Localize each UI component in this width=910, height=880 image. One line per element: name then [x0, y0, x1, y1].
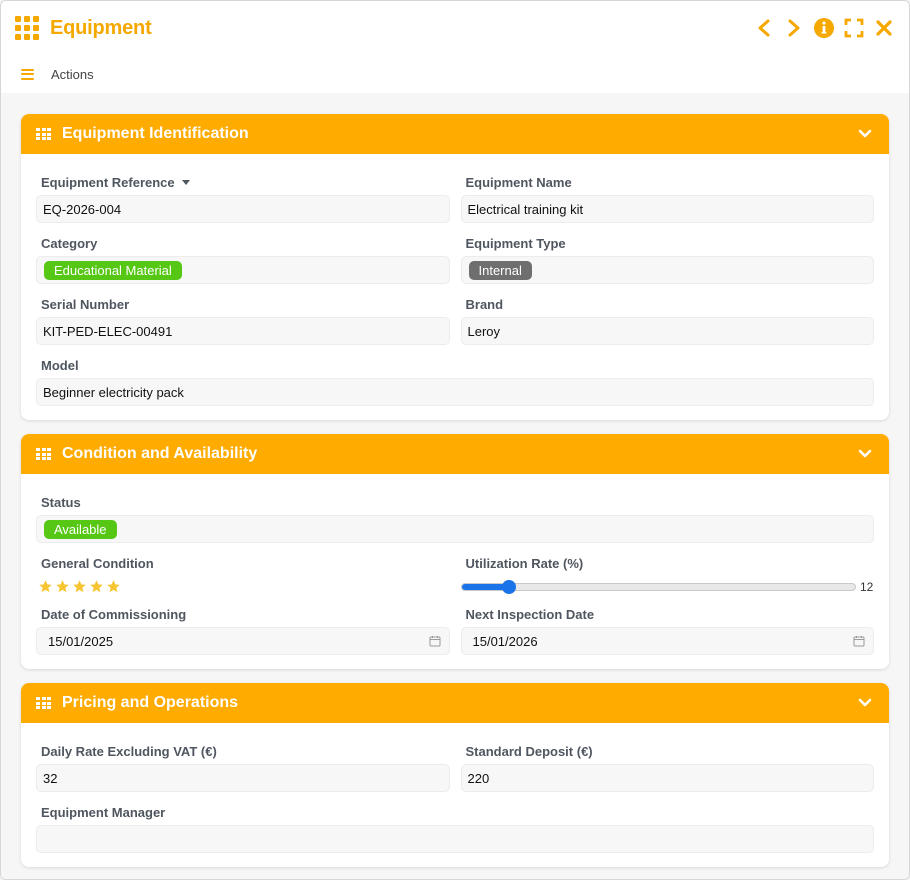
status-label: Status — [41, 494, 81, 510]
grid-app-icon — [15, 16, 39, 40]
calendar-icon[interactable] — [429, 635, 441, 647]
general-condition-label: General Condition — [41, 555, 154, 571]
pricing-panel-header[interactable]: Pricing and Operations — [21, 683, 889, 723]
chevron-down-icon[interactable] — [856, 125, 874, 143]
model-label: Model — [41, 357, 79, 373]
identification-panel-body: Equipment Reference EQ-2026-004 Equipmen… — [21, 154, 889, 420]
fullscreen-button[interactable] — [843, 17, 865, 39]
info-button[interactable] — [813, 17, 835, 39]
type-label: Equipment Type — [465, 235, 566, 251]
identification-panel: Equipment Identification Equipment Refer… — [21, 114, 889, 420]
table-icon — [36, 128, 51, 140]
serial-label: Serial Number — [41, 296, 130, 312]
model-field[interactable]: Beginner electricity pack — [36, 378, 874, 406]
star-icon[interactable] — [106, 579, 121, 594]
utilization-label: Utilization Rate (%) — [465, 555, 584, 571]
rating-stars[interactable] — [38, 576, 450, 596]
next-inspection-date-field[interactable]: 15/01/2026 — [460, 627, 874, 655]
brand-label: Brand — [465, 296, 504, 312]
chevron-left-icon — [758, 19, 770, 37]
slider-track[interactable] — [460, 580, 856, 594]
type-field[interactable]: Internal — [460, 256, 874, 284]
commissioning-date-value: 15/01/2025 — [48, 633, 114, 649]
title-bar: Equipment — [1, 1, 909, 55]
utilization-slider[interactable]: 12 — [460, 576, 875, 598]
pricing-panel-body: Daily Rate Excluding VAT (€) 32 Standard… — [21, 723, 889, 867]
serial-field[interactable]: KIT-PED-ELEC-00491 — [36, 317, 450, 345]
star-icon[interactable] — [89, 579, 104, 594]
reference-field[interactable]: EQ-2026-004 — [36, 195, 450, 223]
status-tag: Available — [44, 519, 117, 539]
condition-panel: Condition and Availability Status Availa… — [21, 434, 889, 669]
deposit-label: Standard Deposit (€) — [465, 743, 593, 759]
condition-panel-header[interactable]: Condition and Availability — [21, 434, 889, 474]
star-icon[interactable] — [72, 579, 87, 594]
previous-record-button[interactable] — [753, 17, 775, 39]
status-field[interactable]: Available — [36, 515, 874, 543]
caret-down-icon[interactable] — [181, 179, 190, 185]
close-icon — [876, 20, 892, 36]
slider-handle[interactable] — [501, 580, 516, 594]
actions-menu-label[interactable]: Actions — [51, 67, 94, 82]
commissioning-label: Date of Commissioning — [41, 606, 187, 622]
utilization-value: 12 — [860, 580, 874, 594]
star-icon[interactable] — [55, 579, 70, 594]
daily-rate-field[interactable]: 32 — [36, 764, 450, 792]
form-content: Equipment Identification Equipment Refer… — [1, 93, 909, 879]
info-icon — [814, 18, 834, 38]
name-field[interactable]: Electrical training kit — [460, 195, 874, 223]
next-inspection-label: Next Inspection Date — [465, 606, 595, 622]
pricing-panel-title: Pricing and Operations — [62, 694, 239, 711]
condition-panel-title: Condition and Availability — [62, 445, 258, 462]
close-button[interactable] — [873, 17, 895, 39]
table-icon — [36, 448, 51, 460]
table-icon — [36, 697, 51, 709]
identification-panel-title: Equipment Identification — [62, 125, 249, 142]
equipment-window: Equipment Actions Equipment Identificati… — [0, 0, 910, 880]
identification-panel-header[interactable]: Equipment Identification — [21, 114, 889, 154]
pricing-panel: Pricing and Operations Daily Rate Exclud… — [21, 683, 889, 867]
expand-icon — [844, 18, 864, 38]
reference-label[interactable]: Equipment Reference — [41, 175, 450, 190]
daily-rate-label: Daily Rate Excluding VAT (€) — [41, 743, 217, 759]
type-tag: Internal — [468, 260, 532, 280]
name-label: Equipment Name — [465, 174, 572, 190]
window-actions — [753, 17, 895, 39]
window-title: Equipment — [50, 16, 152, 39]
next-inspection-date-value: 15/01/2026 — [472, 633, 538, 649]
manager-label: Equipment Manager — [41, 804, 166, 820]
category-label: Category — [41, 235, 98, 251]
deposit-field[interactable]: 220 — [460, 764, 874, 792]
next-record-button[interactable] — [783, 17, 805, 39]
chevron-down-icon[interactable] — [856, 445, 874, 463]
category-tag: Educational Material — [44, 260, 182, 280]
brand-field[interactable]: Leroy — [460, 317, 874, 345]
chevron-down-icon[interactable] — [856, 694, 874, 712]
commissioning-date-field[interactable]: 15/01/2025 — [36, 627, 450, 655]
condition-panel-body: Status Available General Condition Utili… — [21, 474, 889, 669]
actions-toolbar: Actions — [1, 55, 909, 93]
star-icon[interactable] — [38, 579, 53, 594]
menu-icon[interactable] — [21, 68, 34, 80]
manager-field[interactable] — [36, 825, 874, 853]
calendar-icon[interactable] — [853, 635, 865, 647]
chevron-right-icon — [788, 19, 800, 37]
category-field[interactable]: Educational Material — [36, 256, 450, 284]
